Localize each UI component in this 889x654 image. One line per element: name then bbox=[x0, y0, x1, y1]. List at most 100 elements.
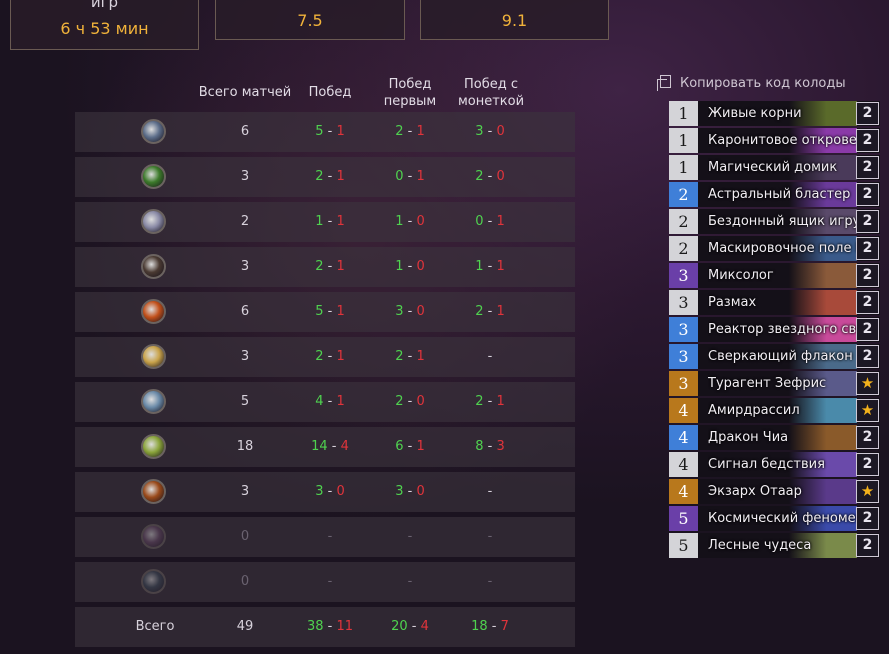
card-count: 2 bbox=[856, 426, 879, 449]
header-wins-coin: Побед с монеткой bbox=[457, 77, 525, 109]
deck-card[interactable]: 4 Экзарх Отаар ★ bbox=[669, 479, 880, 504]
card-count: 2 bbox=[856, 318, 879, 341]
deck-card[interactable]: 2 Астральный бластер 2 bbox=[669, 182, 880, 207]
pair-separator: - bbox=[403, 214, 417, 229]
wins-coin-cell: 2 - 1 bbox=[460, 292, 520, 332]
deck-card[interactable]: 1 Живые корни 2 bbox=[669, 101, 880, 126]
pair-separator: - bbox=[403, 349, 417, 364]
pair-separator: - bbox=[323, 169, 337, 184]
losses-count: 1 bbox=[416, 169, 425, 184]
mage-hero-icon bbox=[141, 119, 166, 144]
empty-dash: - bbox=[487, 574, 493, 589]
copy-deck-code-button[interactable]: Копировать код колоды bbox=[657, 74, 846, 91]
stat-box-3-label bbox=[421, 0, 608, 11]
wins-count: 2 bbox=[395, 394, 404, 409]
deck-card[interactable]: 2 Маскировочное поле Ц2 bbox=[669, 236, 880, 261]
demon-hunter-hero-icon bbox=[141, 434, 166, 459]
pair-separator: - bbox=[403, 439, 417, 454]
wins-cell: - bbox=[300, 562, 360, 602]
wins-count: 5 bbox=[315, 304, 324, 319]
table-row[interactable]: 32 - 12 - 1- bbox=[75, 337, 575, 377]
table-row[interactable]: 32 - 11 - 01 - 1 bbox=[75, 247, 575, 287]
totals-wins-first: 20 - 4 bbox=[380, 607, 440, 647]
wins-cell: 14 - 4 bbox=[300, 427, 360, 467]
deck-card[interactable]: 3 Реактор звездного света2 bbox=[669, 317, 880, 342]
table-row[interactable]: 21 - 11 - 00 - 1 bbox=[75, 202, 575, 242]
wins-cell: 2 - 1 bbox=[300, 247, 360, 287]
table-row[interactable]: 54 - 12 - 02 - 1 bbox=[75, 382, 575, 422]
wins-count: 1 bbox=[395, 259, 404, 274]
stat-box-2-value: 7.5 bbox=[297, 11, 323, 30]
deck-card[interactable]: 3 Миксолог 2 bbox=[669, 263, 880, 288]
wins-first-cell: 2 - 0 bbox=[380, 382, 440, 422]
wins-cell: 4 - 1 bbox=[300, 382, 360, 422]
wins-count: 6 bbox=[395, 439, 404, 454]
losses-count: 1 bbox=[416, 439, 425, 454]
card-name: Маскировочное поле Ц bbox=[708, 241, 856, 256]
paladin-hero-icon bbox=[141, 344, 166, 369]
wins-first-cell: 2 - 1 bbox=[380, 112, 440, 152]
warlock-hero-icon bbox=[141, 299, 166, 324]
legendary-star-icon: ★ bbox=[856, 480, 879, 503]
wins-count: 3 bbox=[395, 484, 404, 499]
deck-card[interactable]: 1 Магический домик 2 bbox=[669, 155, 880, 180]
losses-count: 1 bbox=[416, 349, 425, 364]
card-cost: 4 bbox=[669, 479, 698, 504]
wins-cell: 3 - 0 bbox=[300, 472, 360, 512]
wins-first-cell: - bbox=[380, 517, 440, 557]
card-name: Турагент Зефрис bbox=[708, 376, 827, 391]
deck-card[interactable]: 3 Сверкающий флакон 2 bbox=[669, 344, 880, 369]
deck-card[interactable]: 3 Турагент Зефрис ★ bbox=[669, 371, 880, 396]
card-name: Размах bbox=[708, 295, 757, 310]
wins-first-cell: 3 - 0 bbox=[380, 472, 440, 512]
playtime-label: игр bbox=[90, 0, 119, 11]
card-count: 2 bbox=[856, 210, 879, 233]
table-row[interactable]: 18 14 - 46 - 18 - 3 bbox=[75, 427, 575, 467]
hunter-hero-icon bbox=[141, 389, 166, 414]
card-cost: 3 bbox=[669, 263, 698, 288]
deck-card[interactable]: 1 Каронитовое откровение2 bbox=[669, 128, 880, 153]
wins-cell: 2 - 1 bbox=[300, 157, 360, 197]
pair-separator: - bbox=[323, 124, 337, 139]
card-cost: 5 bbox=[669, 506, 698, 531]
losses-count: 1 bbox=[496, 394, 505, 409]
wins-count: 20 bbox=[391, 619, 408, 634]
pair-separator: - bbox=[403, 259, 417, 274]
deck-card[interactable]: 4 Сигнал бедствия 2 bbox=[669, 452, 880, 477]
wins-count: 8 bbox=[475, 439, 484, 454]
card-name: Бездонный ящик игрушек bbox=[708, 214, 856, 229]
total-matches: 5 bbox=[240, 394, 250, 409]
table-row[interactable]: 32 - 10 - 12 - 0 bbox=[75, 157, 575, 197]
deck-card[interactable]: 4 Дракон Чиа 2 bbox=[669, 425, 880, 450]
empty-dash: - bbox=[487, 349, 493, 364]
card-cost: 3 bbox=[669, 290, 698, 315]
deck-card[interactable]: 5 Лесные чудеса 2 bbox=[669, 533, 880, 558]
wins-coin-cell: 8 - 3 bbox=[460, 427, 520, 467]
wins-count: 2 bbox=[315, 259, 324, 274]
card-name: Астральный бластер bbox=[708, 187, 851, 202]
card-name: Дракон Чиа bbox=[708, 430, 789, 445]
wins-count: 0 bbox=[395, 169, 404, 184]
wins-first-cell: - bbox=[380, 562, 440, 602]
total-matches: 0 bbox=[240, 529, 250, 544]
wins-count: 1 bbox=[475, 259, 484, 274]
wins-cell: 5 - 1 bbox=[300, 112, 360, 152]
wins-coin-cell: - bbox=[460, 472, 520, 512]
table-row[interactable]: 6 5 - 1 3 - 0 2 - 1 bbox=[75, 292, 575, 332]
deck-card[interactable]: 3 Размах 2 bbox=[669, 290, 880, 315]
empty-dash: - bbox=[487, 529, 493, 544]
table-row[interactable]: 33 - 03 - 0- bbox=[75, 472, 575, 512]
table-row[interactable]: 0 - - - bbox=[75, 517, 575, 557]
card-cost: 1 bbox=[669, 155, 698, 180]
wins-cell: 1 - 1 bbox=[300, 202, 360, 242]
deck-card[interactable]: 2Бездонный ящик игрушек2 bbox=[669, 209, 880, 234]
card-cost: 1 bbox=[669, 101, 698, 126]
deck-card[interactable]: 4 Амирдрассил ★ bbox=[669, 398, 880, 423]
deck-card[interactable]: 5 Космический феномен 2 bbox=[669, 506, 880, 531]
copy-icon bbox=[657, 75, 671, 91]
card-name: Сигнал бедствия bbox=[708, 457, 825, 472]
empty-dash: - bbox=[407, 529, 413, 544]
table-row[interactable]: 65 - 12 - 13 - 0 bbox=[75, 112, 575, 152]
losses-count: 11 bbox=[336, 619, 354, 634]
table-row[interactable]: 0 - - - bbox=[75, 562, 575, 602]
